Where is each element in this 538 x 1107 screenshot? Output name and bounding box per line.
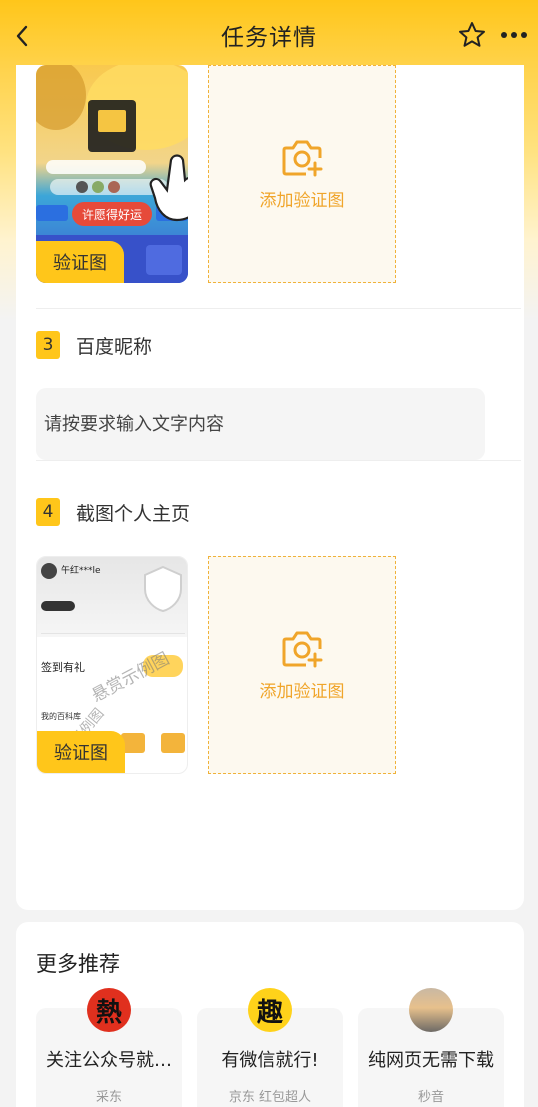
step-number: 4 — [36, 498, 60, 526]
recommend-item-name: 有微信就行! — [221, 1050, 319, 1071]
example-screenshot-2[interactable]: 午红***le 签到有礼 我的百科库 悬赏示例图 悬赏示例图 验证图 — [36, 556, 188, 774]
example-button — [41, 601, 75, 611]
step-number: 3 — [36, 331, 60, 359]
step-4-header: 4 截图个人主页 — [36, 498, 190, 526]
proof-label: 验证图 — [36, 241, 124, 283]
avatar: 趣 — [248, 988, 292, 1032]
recommend-item-sub: 京东 红包超人 — [228, 1090, 312, 1105]
page-title: 任务详情 — [221, 25, 317, 51]
avatar — [409, 988, 453, 1032]
more-dots-icon — [501, 32, 527, 38]
recommend-item[interactable]: 熱 关注公众号就… 采东 — [36, 988, 182, 1107]
recommend-item-sub: 秒音 — [417, 1090, 444, 1105]
folder-icon — [161, 733, 185, 753]
nav-bar: 任务详情 — [0, 0, 538, 70]
camera-plus-icon — [282, 631, 323, 667]
add-proof-label: 添加验证图 — [259, 190, 345, 211]
example-username: 午红***le — [61, 566, 101, 576]
task-detail-card: 许愿得好运 验证图 添加验证图 3 百度昵称 4 截图个人主页 午红***le — [16, 65, 524, 910]
proof-label: 验证图 — [37, 731, 125, 773]
step-title: 截图个人主页 — [76, 502, 191, 525]
recommend-section: 更多推荐 熱 关注公众号就… 采东 趣 有微信就行! 京东 红包超人 纯网页无需… — [16, 922, 524, 1107]
add-proof-upload-2[interactable]: 添加验证图 — [208, 65, 396, 283]
sign-in-gift: 签到有礼 — [41, 661, 85, 674]
recommend-title: 更多推荐 — [36, 952, 120, 976]
camera-plus-icon — [282, 140, 323, 176]
avatar — [41, 563, 57, 579]
recommend-item-name: 关注公众号就… — [46, 1050, 172, 1071]
chevron-left-icon — [16, 25, 28, 47]
example-screenshot-1[interactable]: 许愿得好运 验证图 — [36, 65, 188, 283]
recommend-item[interactable]: 趣 有微信就行! 京东 红包超人 — [197, 988, 343, 1107]
avatar: 熱 — [87, 988, 131, 1032]
recommend-item-sub: 采东 — [95, 1090, 122, 1105]
step-title: 百度昵称 — [76, 335, 153, 358]
add-proof-label: 添加验证图 — [259, 681, 345, 702]
favorite-button[interactable] — [455, 18, 489, 52]
add-proof-upload-4[interactable]: 添加验证图 — [208, 556, 396, 774]
divider — [36, 308, 521, 309]
star-icon — [459, 22, 485, 47]
back-button[interactable] — [6, 20, 38, 52]
example-banner-text: 许愿得好运 — [82, 207, 142, 222]
shield-icon — [144, 565, 182, 613]
recommend-item-name: 纯网页无需下载 — [368, 1050, 494, 1071]
my-library: 我的百科库 — [41, 712, 81, 721]
more-button[interactable] — [496, 18, 532, 52]
recommend-item[interactable]: 纯网页无需下载 秒音 — [358, 988, 504, 1107]
baidu-nickname-input[interactable] — [36, 388, 485, 460]
divider — [36, 460, 521, 461]
step-3-header: 3 百度昵称 — [36, 331, 152, 359]
